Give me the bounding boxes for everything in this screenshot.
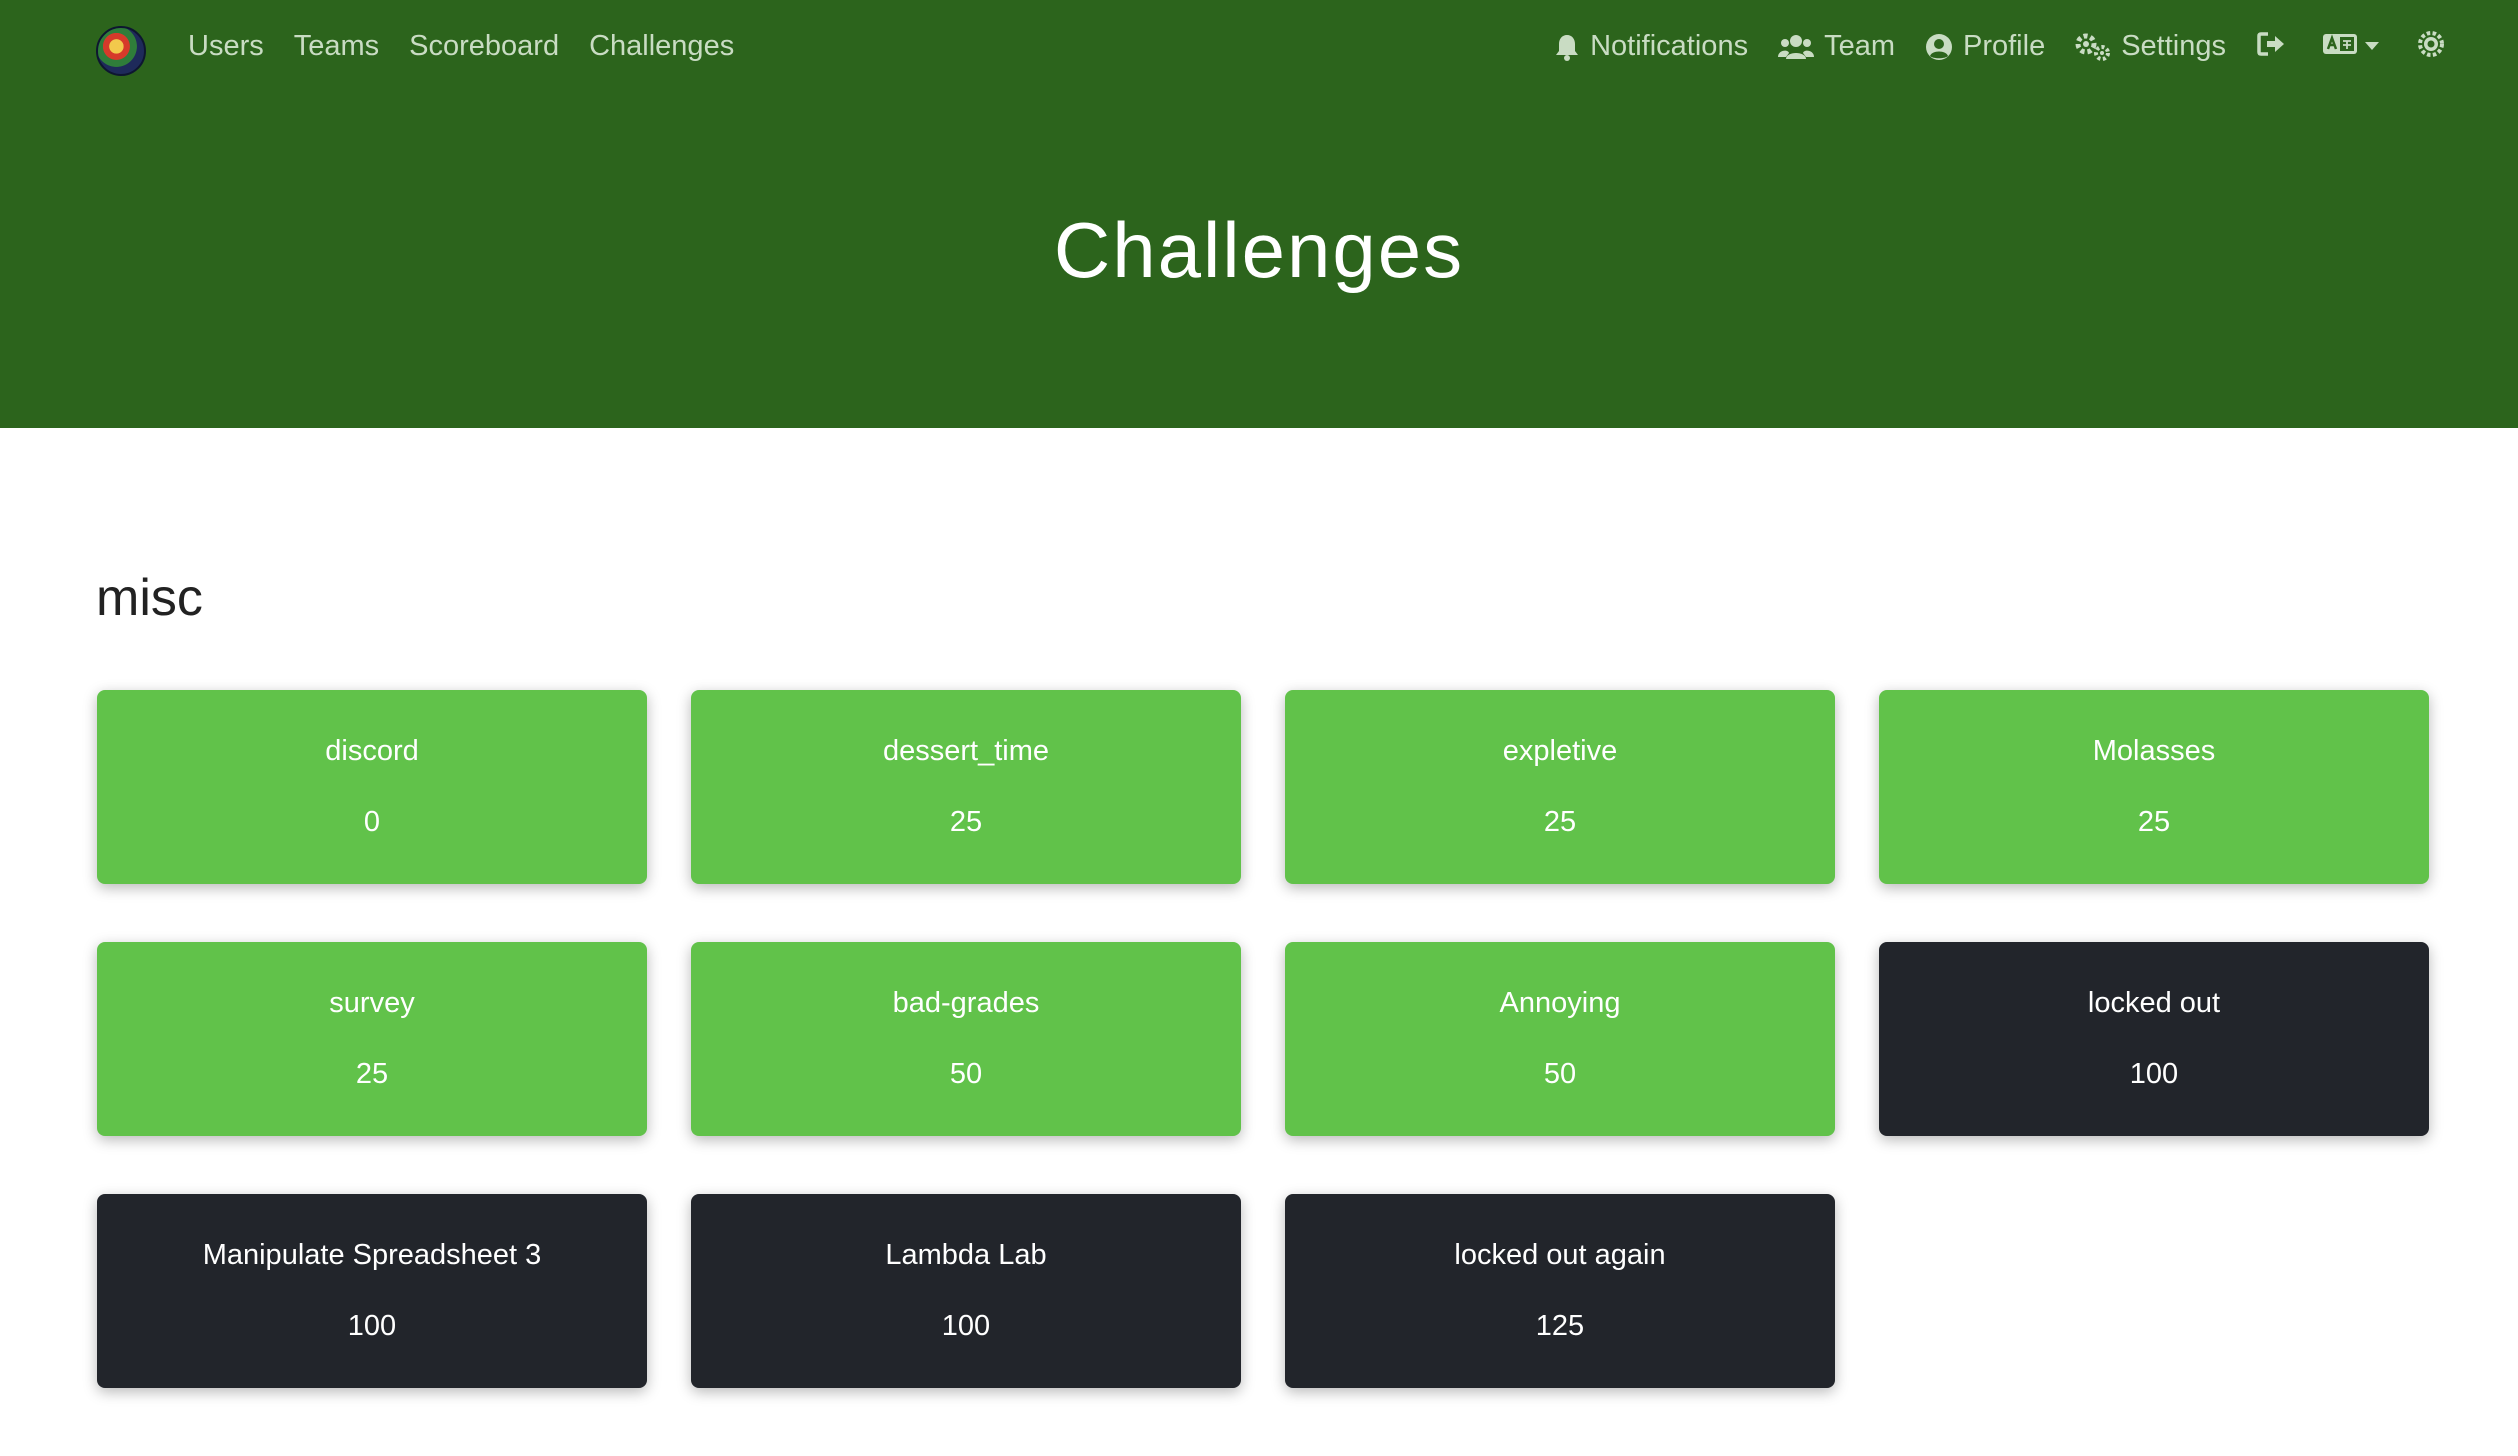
nav-notifications-label: Notifications — [1590, 30, 1749, 62]
challenge-name: Manipulate Spreadsheet 3 — [202, 1239, 542, 1271]
challenge-card[interactable]: Lambda Lab 100 — [691, 1194, 1241, 1388]
page-title: Challenges — [1053, 206, 1465, 294]
challenge-value: 100 — [347, 1310, 397, 1342]
challenge-grid: discord 0 dessert_time 25 expletive 25 Molasse… — [97, 690, 2429, 1388]
nav-settings-label: Settings — [2121, 30, 2226, 62]
nav-profile[interactable]: Profile — [1925, 30, 2045, 63]
nav-left: Users Teams Scoreboard Challenges — [188, 0, 734, 93]
nav-right: Notifications Team Profile Settings — [1554, 0, 2446, 93]
language-icon — [2322, 31, 2358, 62]
challenge-value: 50 — [1543, 1058, 1577, 1090]
challenge-value: 100 — [2129, 1058, 2179, 1090]
challenge-name: Lambda Lab — [885, 1239, 1047, 1271]
challenge-card[interactable]: Manipulate Spreadsheet 3 100 — [97, 1194, 647, 1388]
nav-profile-label: Profile — [1963, 30, 2046, 62]
user-circle-icon — [1925, 33, 1953, 61]
challenge-card[interactable]: discord 0 — [97, 690, 647, 884]
category-title: misc — [96, 569, 203, 627]
challenge-card[interactable]: bad-grades 50 — [691, 942, 1241, 1136]
challenge-name: locked out again — [1454, 1239, 1666, 1271]
theme-toggle-icon — [2416, 29, 2446, 64]
challenge-value: 25 — [355, 1058, 389, 1090]
challenge-name: bad-grades — [892, 987, 1040, 1019]
challenge-value: 25 — [2137, 806, 2171, 838]
nav-notifications[interactable]: Notifications — [1554, 30, 1748, 63]
challenge-value: 0 — [363, 806, 381, 838]
challenge-card[interactable]: dessert_time 25 — [691, 690, 1241, 884]
nav-team[interactable]: Team — [1778, 30, 1895, 63]
nav-link-teams[interactable]: Teams — [294, 30, 379, 63]
nav-link-scoreboard[interactable]: Scoreboard — [409, 30, 559, 63]
challenge-name: discord — [325, 735, 419, 767]
challenge-name: expletive — [1502, 735, 1618, 767]
challenge-name: locked out — [2087, 987, 2221, 1019]
challenge-card[interactable]: expletive 25 — [1285, 690, 1835, 884]
challenge-card[interactable]: Annoying 50 — [1285, 942, 1835, 1136]
sign-out-icon — [2256, 30, 2286, 63]
challenge-value: 25 — [1543, 806, 1577, 838]
language-dropdown[interactable] — [2322, 31, 2380, 62]
nav-team-label: Team — [1824, 30, 1895, 62]
theme-toggle-button[interactable] — [2416, 29, 2446, 64]
challenge-name: survey — [329, 987, 415, 1019]
users-icon — [1778, 33, 1815, 61]
cogs-icon — [2075, 33, 2111, 61]
challenge-card[interactable]: locked out 100 — [1879, 942, 2429, 1136]
challenge-name: Molasses — [2092, 735, 2216, 767]
challenge-card[interactable]: survey 25 — [97, 942, 647, 1136]
challenge-card[interactable]: locked out again 125 — [1285, 1194, 1835, 1388]
challenge-value: 25 — [949, 806, 983, 838]
jumbotron: Challenges — [0, 93, 2518, 428]
nav-link-challenges[interactable]: Challenges — [589, 30, 734, 63]
nav-link-users[interactable]: Users — [188, 30, 264, 63]
challenge-name: Annoying — [1499, 987, 1621, 1019]
site-logo[interactable] — [96, 26, 146, 76]
bell-icon — [1554, 33, 1580, 61]
navbar: Users Teams Scoreboard Challenges Notifi… — [0, 0, 2518, 93]
challenge-name: dessert_time — [882, 735, 1049, 767]
challenge-value: 50 — [949, 1058, 983, 1090]
nav-settings[interactable]: Settings — [2075, 30, 2226, 63]
caret-down-icon — [2364, 38, 2380, 56]
challenge-value: 100 — [941, 1310, 991, 1342]
logout-button[interactable] — [2256, 30, 2286, 63]
challenge-value: 125 — [1535, 1310, 1585, 1342]
challenge-card[interactable]: Molasses 25 — [1879, 690, 2429, 884]
